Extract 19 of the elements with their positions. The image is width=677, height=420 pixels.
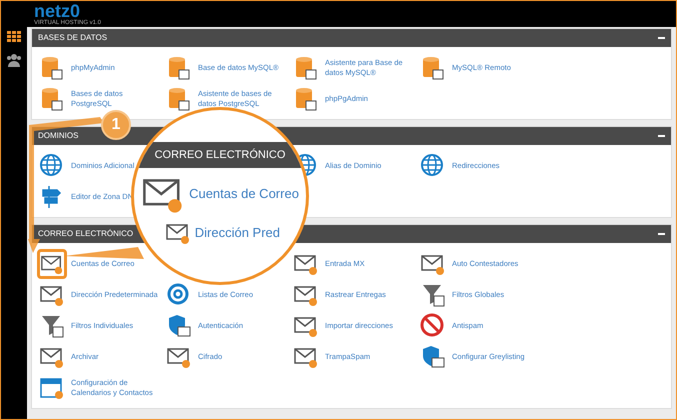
database-icon	[166, 86, 192, 112]
database-icon	[39, 54, 65, 80]
database-icon	[39, 86, 65, 112]
section-title: BASES DE DATOS	[38, 32, 108, 44]
no-spam-icon	[420, 312, 446, 338]
section-title: DOMINIOS	[38, 130, 78, 142]
database-icon	[420, 54, 446, 80]
globe-icon	[39, 152, 65, 178]
database-icon	[293, 54, 319, 80]
shield-icon	[420, 344, 446, 370]
section-title: CORREO ELECTRÓNICO	[38, 228, 134, 240]
logo-text: netz0	[34, 3, 80, 19]
grid-icon[interactable]	[7, 31, 21, 43]
users-icon[interactable]	[6, 53, 22, 67]
zoomed-section-title: CORREO ELECTRÓNICO	[154, 148, 286, 163]
shield-icon	[166, 312, 192, 338]
globe-icon	[420, 152, 446, 178]
database-icon	[166, 54, 192, 80]
database-icon	[293, 86, 319, 112]
